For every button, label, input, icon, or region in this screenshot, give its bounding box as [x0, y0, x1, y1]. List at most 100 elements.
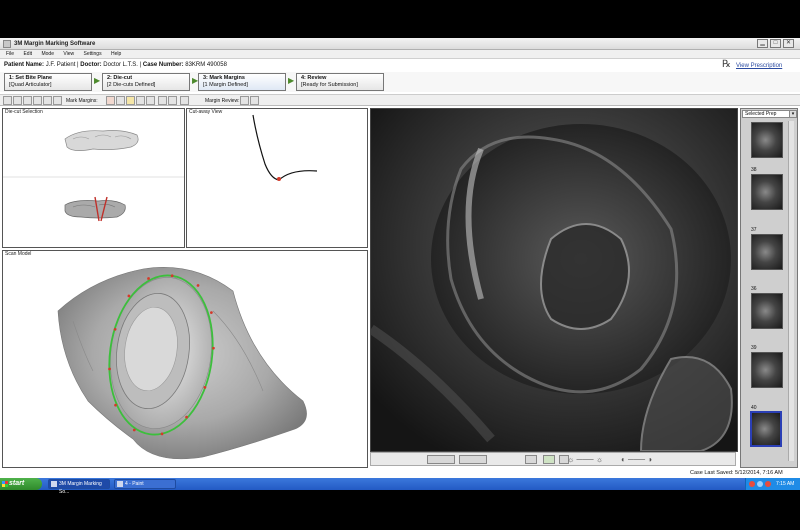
taskbar: start 3M Margin Marking So... 4 - Paint … [0, 478, 800, 495]
app-icon [51, 481, 57, 487]
step-die-cut[interactable]: 2: Die-cut [2 Die-cuts Defined] [102, 73, 190, 91]
scan-model-view[interactable] [3, 251, 367, 467]
step-title: 1: Set Bite Plane [9, 75, 53, 81]
eraser-tool-icon[interactable] [136, 96, 145, 105]
thumbnail-image[interactable] [751, 174, 783, 210]
tray-security-icon[interactable] [765, 481, 771, 487]
view-prescription-link[interactable]: View Prescription [736, 61, 782, 71]
step-mark-margins[interactable]: 3: Mark Margins [1 Margin Defined] [198, 73, 286, 91]
compare-alt-icon[interactable] [459, 455, 487, 464]
intraoral-image [371, 109, 737, 451]
thumbnail-image[interactable] [751, 293, 783, 329]
highlight-tool-icon[interactable] [126, 96, 135, 105]
review-prev-icon[interactable] [240, 96, 249, 105]
thumbnail-strip: Selected Prep ▾ 38 37 36 39 40 [740, 108, 798, 468]
redo-icon[interactable] [168, 96, 177, 105]
step-subtitle: [1 Margin Defined] [203, 82, 248, 88]
thumbnail-label: 36 [751, 286, 757, 292]
menu-help[interactable]: Help [111, 50, 121, 59]
start-label: start [9, 480, 25, 487]
cutaway-view-panel: Cut-away View [186, 108, 368, 248]
menu-settings[interactable]: Settings [84, 50, 102, 59]
taskbar-item-label: 4 - Paint [125, 481, 144, 487]
step-arrow-icon: ▶ [94, 76, 101, 85]
menu-edit[interactable]: Edit [23, 50, 32, 59]
patient-info-bar: Patient Name: J.F. Patient | Doctor: Doc… [0, 60, 800, 70]
thumbnail-scrollbar[interactable] [788, 121, 794, 461]
compare-icon[interactable] [427, 455, 455, 464]
last-saved-status: Case Last Saved: 5/12/2014, 7:16 AM [690, 470, 783, 476]
cut-tool-icon[interactable] [146, 96, 155, 105]
pan-tool-icon[interactable] [13, 96, 22, 105]
intraoral-image-view[interactable] [370, 108, 738, 452]
step-subtitle: [Ready for Submission] [301, 82, 358, 88]
rotate-tool-icon[interactable] [3, 96, 12, 105]
prescription-icon[interactable]: ℞ [722, 59, 733, 71]
workflow-steps: 1: Set Bite Plane [Quad Articulator] ▶ 2… [0, 72, 800, 92]
separator: | [139, 62, 142, 68]
review-next-icon[interactable] [250, 96, 259, 105]
prep-dropdown[interactable]: Selected Prep ▾ [742, 110, 797, 118]
system-tray: 7:15 AM [745, 478, 800, 490]
title-bar: 3M Margin Marking Software [0, 38, 800, 50]
taskbar-item-margin-marking[interactable]: 3M Margin Marking So... [48, 479, 110, 495]
fit-view-icon[interactable] [43, 96, 52, 105]
menu-file[interactable]: File [6, 50, 14, 59]
taskbar-item-paint[interactable]: 4 - Paint [114, 479, 176, 489]
menu-bar: File Edit Mode View Settings Help [0, 50, 800, 59]
thumbnail-image-selected[interactable] [750, 411, 782, 447]
hand-tool-icon[interactable] [180, 96, 189, 105]
step-set-bite-plane[interactable]: 1: Set Bite Plane [Quad Articulator] [4, 73, 92, 91]
close-button[interactable]: ✕ [783, 39, 794, 48]
paint-icon [117, 481, 123, 487]
thumbnail-image[interactable] [751, 234, 783, 270]
cutaway-profile[interactable] [187, 109, 367, 247]
toolbar: Mark Margins: Margin Review: [0, 94, 800, 106]
hand-tool-icon[interactable] [543, 455, 555, 464]
thumbnail-label: 39 [751, 345, 757, 351]
case-value: 83KRM 490058 [185, 62, 227, 68]
doctor-value: Doctor L.T.S. [103, 62, 138, 68]
app-logo-icon [3, 40, 11, 48]
step-title: 4: Review [301, 75, 327, 81]
brush-tool-icon[interactable] [116, 96, 125, 105]
step-title: 2: Die-cut [107, 75, 133, 81]
thumbnail-image[interactable] [751, 352, 783, 388]
thumbnail-label: 38 [751, 167, 757, 173]
tray-alert-icon[interactable] [749, 481, 755, 487]
case-label: Case Number: [142, 62, 184, 68]
step-title: 3: Mark Margins [203, 75, 245, 81]
pencil-tool-icon[interactable] [106, 96, 115, 105]
grid-view-icon[interactable] [53, 96, 62, 105]
diecut-models[interactable] [3, 109, 184, 247]
brightness-slider[interactable]: ☼ ─── ☼ [567, 455, 627, 464]
step-subtitle: [2 Die-cuts Defined] [107, 82, 156, 88]
scan-model-panel: Scan Model [2, 250, 368, 468]
mark-tool-icon[interactable] [525, 455, 537, 464]
maximize-button[interactable]: □ [770, 39, 781, 48]
mark-margins-label: Mark Margins: [66, 98, 98, 104]
clock[interactable]: 7:15 AM [776, 478, 794, 490]
window-title: 3M Margin Marking Software [14, 41, 96, 47]
minimize-button[interactable]: ▁ [757, 39, 768, 48]
prep-dropdown-value: Selected Prep [745, 111, 777, 117]
screen: 3M Margin Marking Software ▁ □ ✕ File Ed… [0, 0, 800, 530]
menu-mode[interactable]: Mode [41, 50, 54, 59]
undo-icon[interactable] [158, 96, 167, 105]
app-window: 3M Margin Marking Software ▁ □ ✕ File Ed… [0, 38, 800, 478]
chevron-down-icon[interactable]: ▾ [789, 111, 796, 117]
thumbnail-label: 37 [751, 227, 757, 233]
patient-value: J.F. Patient [45, 62, 76, 68]
step-subtitle: [Quad Articulator] [9, 82, 52, 88]
step-review[interactable]: 4: Review [Ready for Submission] [296, 73, 384, 91]
menu-view[interactable]: View [63, 50, 74, 59]
contrast-slider[interactable]: ◐ ─── ◑ [621, 455, 665, 464]
diecut-selection-panel: Die-cut Selection [2, 108, 185, 248]
zoom-out-icon[interactable] [33, 96, 42, 105]
thumbnail-image[interactable] [751, 122, 783, 158]
image-tools-bar: ☼ ─── ☼ ◐ ─── ◑ [370, 452, 736, 466]
windows-flag-icon [2, 481, 8, 487]
zoom-in-icon[interactable] [23, 96, 32, 105]
separator: | [77, 62, 79, 68]
tray-network-icon[interactable] [757, 481, 763, 487]
